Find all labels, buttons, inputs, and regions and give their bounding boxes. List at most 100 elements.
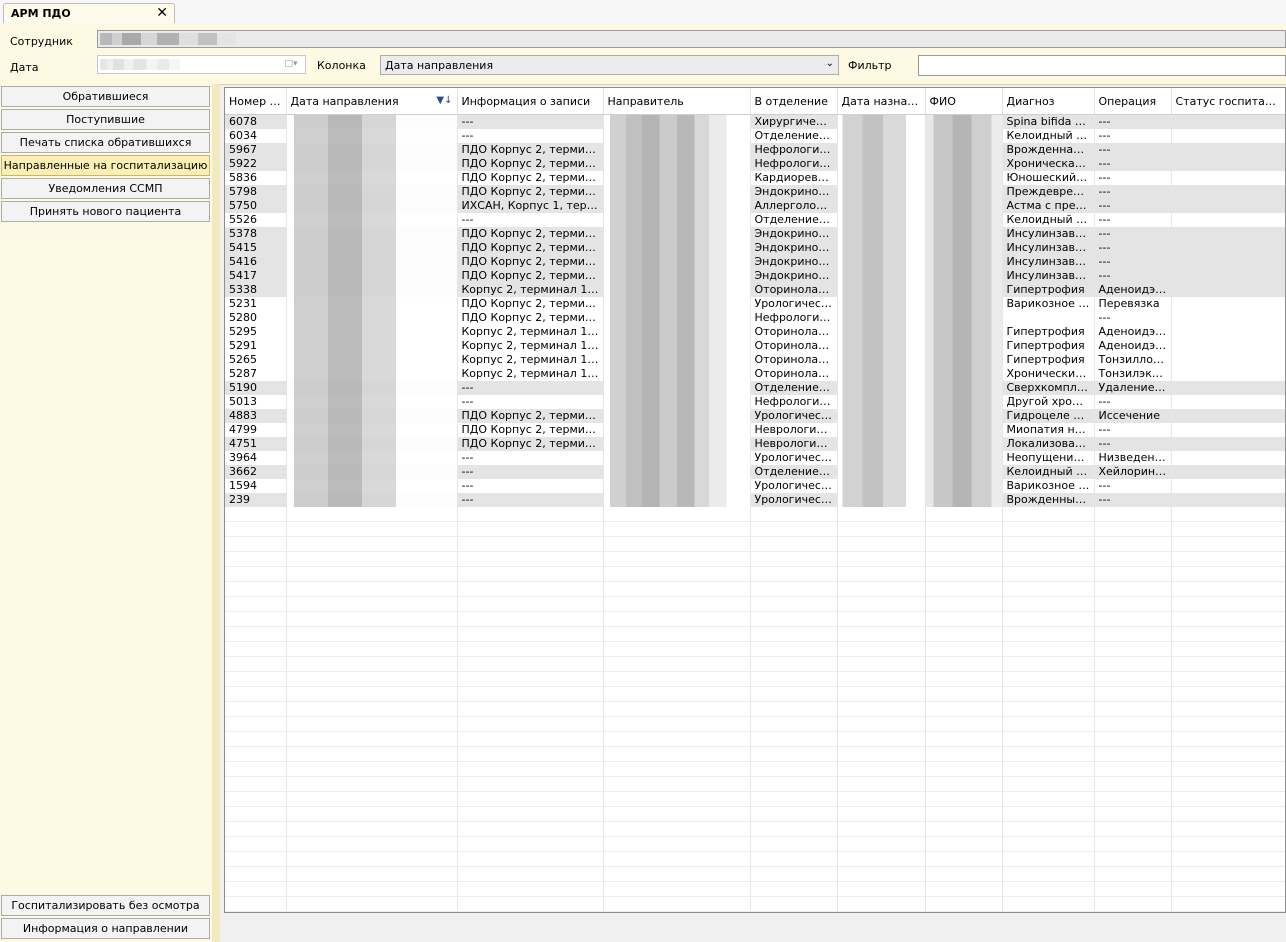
cell-department: Эндокринологическое bbox=[750, 269, 838, 283]
empty-cell bbox=[837, 581, 926, 597]
table-row[interactable]: 5922 ПДО Корпус 2, терминал 1 Нефрологичес… bbox=[225, 157, 1285, 171]
empty-cell bbox=[286, 626, 458, 642]
column-header-referrer[interactable]: Направитель bbox=[603, 88, 751, 115]
table-row[interactable]: 4883 ПДО Корпус 2, терминал 1 Урологическо… bbox=[225, 409, 1285, 423]
cell-referrer bbox=[603, 465, 751, 479]
calendar-dropdown-icon[interactable]: □▾ bbox=[280, 58, 302, 71]
table-row[interactable]: 5190 --- Отделение ... СверхкомплектныеУдал… bbox=[225, 381, 1285, 395]
column-header-appointment-date[interactable]: Дата назначения bbox=[837, 88, 926, 115]
referral-info-button[interactable]: Информация о направлении bbox=[1, 918, 210, 939]
sidebar-item-referred[interactable]: Направленные на госпитализацию bbox=[1, 155, 210, 176]
table-row[interactable]: 5417 ПДО Корпус 2, терминал 1 Эндокринолог… bbox=[225, 269, 1285, 283]
column-header-operation[interactable]: Операция bbox=[1094, 88, 1172, 115]
empty-cell bbox=[750, 896, 838, 912]
empty-cell bbox=[457, 821, 604, 837]
column-header-status[interactable]: Статус госпитализации bbox=[1171, 88, 1285, 115]
empty-cell bbox=[1094, 521, 1172, 537]
table-row[interactable]: 5265 Корпус 2, терминал 1, каб Оторинолари… bbox=[225, 353, 1285, 367]
cell-number: 5190 bbox=[225, 381, 287, 395]
filter-sort-icon[interactable]: ▼↓ bbox=[436, 95, 452, 106]
table-row[interactable]: 5750 ИХСАН, Корпус 1, терминал Аллергологи… bbox=[225, 199, 1285, 213]
empty-cell bbox=[837, 731, 926, 747]
cell-referrer bbox=[603, 325, 751, 339]
cell-referrer bbox=[603, 213, 751, 227]
empty-cell bbox=[603, 536, 751, 552]
table-row[interactable]: 4799 ПДО Корпус 2, терминал 1 Неврологичес… bbox=[225, 423, 1285, 437]
redacted-value bbox=[837, 353, 924, 367]
table-row[interactable]: 6078 --- Хирургическое отделение Spina bifi… bbox=[225, 114, 1285, 129]
redacted-value bbox=[837, 367, 924, 381]
empty-cell bbox=[457, 611, 604, 627]
redacted-value bbox=[925, 115, 1001, 129]
table-row[interactable]: 5291 Корпус 2, терминал 1, каб Оторинолари… bbox=[225, 339, 1285, 353]
cell-diagnosis: Миопатия неуточненная bbox=[1002, 423, 1095, 437]
table-row[interactable]: 5338 Корпус 2, терминал 1, каб Оторинолари… bbox=[225, 283, 1285, 297]
chevron-down-icon[interactable]: ⌄ bbox=[826, 58, 834, 69]
cell-referral-date bbox=[286, 367, 458, 381]
sidebar-item-applied[interactable]: Обратившиеся bbox=[1, 86, 210, 107]
cell-number: 5265 bbox=[225, 353, 287, 367]
cell-referrer bbox=[603, 283, 751, 297]
redacted-value bbox=[603, 423, 749, 437]
table-row[interactable]: 5526---Отделение ...Келоидный рубец--- bbox=[225, 213, 1285, 227]
redacted-value bbox=[925, 493, 1001, 507]
employee-field[interactable] bbox=[97, 30, 1286, 48]
cell-status bbox=[1171, 339, 1285, 353]
table-row[interactable]: 6034---Отделение ...Келоидный рубец--- bbox=[225, 129, 1285, 143]
cell-record-info: ПДО Корпус 2, терминал 1 bbox=[457, 157, 604, 171]
column-header-patient-name[interactable]: ФИО bbox=[925, 88, 1003, 115]
table-row[interactable]: 5287 Корпус 2, терминал 1, каб Оторинолари… bbox=[225, 367, 1285, 381]
cell-referral-date bbox=[286, 409, 458, 423]
splitter-handle[interactable] bbox=[212, 84, 220, 942]
sidebar-item-new-patient[interactable]: Принять нового пациента bbox=[1, 201, 210, 222]
empty-cell bbox=[457, 626, 604, 642]
column-header-record-info[interactable]: Информация о записи bbox=[457, 88, 604, 115]
table-row[interactable]: 5280 ПДО Корпус 2, терминал 1 Нефрологичес… bbox=[225, 311, 1285, 325]
cell-referrer bbox=[603, 367, 751, 381]
sidebar-item-notifications[interactable]: Уведомления ССМП bbox=[1, 178, 210, 199]
table-row[interactable]: 3662 --- Отделение ... Келоидный рубецХейло… bbox=[225, 465, 1285, 479]
tab-arm-pdo[interactable]: АРМ ПДО ✕ bbox=[3, 3, 175, 23]
column-header-referral-date[interactable]: Дата направления ▼↓ bbox=[286, 88, 458, 115]
sidebar-item-admitted[interactable]: Поступившие bbox=[1, 109, 210, 130]
table-row[interactable]: 5798 ПДО Корпус 2, терминал 1 Эндокринолог… bbox=[225, 185, 1285, 199]
empty-cell bbox=[925, 836, 1003, 852]
empty-cell bbox=[1002, 641, 1095, 657]
empty-cell bbox=[1171, 536, 1285, 552]
redacted-value bbox=[286, 115, 456, 129]
cell-patient-name bbox=[925, 143, 1003, 157]
table-row[interactable]: 5013 --- Нефрологическое Другой хронический… bbox=[225, 395, 1285, 409]
table-row[interactable]: 239 --- Урологическое Врожденный ... --- bbox=[225, 493, 1285, 507]
table-row[interactable]: 1594 --- Урологическое Варикозное расширени… bbox=[225, 479, 1285, 493]
table-row[interactable]: 5378 ПДО Корпус 2, терминал 1 Эндокринолог… bbox=[225, 227, 1285, 241]
empty-cell bbox=[837, 551, 926, 567]
empty-cell bbox=[225, 611, 287, 627]
column-header-department[interactable]: В отделение bbox=[750, 88, 838, 115]
column-header-diagnosis[interactable]: Диагноз bbox=[1002, 88, 1095, 115]
filter-input[interactable] bbox=[918, 55, 1286, 76]
redacted-value bbox=[925, 367, 1001, 381]
table-row[interactable]: 5415 ПДО Корпус 2, терминал 1 Эндокринолог… bbox=[225, 241, 1285, 255]
cell-diagnosis bbox=[1002, 311, 1095, 325]
cell-record-info: ПДО Корпус 2, терминал 1 bbox=[457, 437, 604, 451]
table-row[interactable]: 3964 --- Урологическое Неопущение яичкаНизв… bbox=[225, 451, 1285, 465]
table-row[interactable]: 5836 ПДО Корпус 2, терминал 1 Кардиоревмат… bbox=[225, 171, 1285, 185]
redacted-value bbox=[837, 465, 924, 479]
referrals-grid: Номер направления Дата направления ▼↓ Инф… bbox=[224, 87, 1286, 913]
table-row[interactable]: 5231 ПДО Корпус 2, терминал 1 Урологическо… bbox=[225, 297, 1285, 311]
empty-cell bbox=[1171, 521, 1285, 537]
table-row[interactable]: 4751 ПДО Корпус 2, терминал 1 Неврологичес… bbox=[225, 437, 1285, 451]
column-select[interactable]: Дата направления ⌄ bbox=[380, 55, 839, 75]
column-header-number[interactable]: Номер направления bbox=[225, 88, 287, 115]
date-field[interactable]: □▾ bbox=[97, 55, 306, 74]
redacted-value bbox=[603, 395, 749, 409]
redacted-value bbox=[925, 297, 1001, 311]
close-icon[interactable]: ✕ bbox=[156, 5, 168, 21]
empty-cell bbox=[286, 507, 458, 522]
hospitalize-without-exam-button[interactable]: Госпитализировать без осмотра bbox=[1, 895, 210, 916]
sidebar-item-print-list[interactable]: Печать списка обратившихся bbox=[1, 132, 210, 153]
table-row[interactable]: 5295 Корпус 2, терминал 1, каб Оторинолари… bbox=[225, 325, 1285, 339]
cell-referrer bbox=[603, 129, 751, 143]
table-row[interactable]: 5416 ПДО Корпус 2, терминал 1 Эндокринолог… bbox=[225, 255, 1285, 269]
table-row[interactable]: 5967 ПДО Корпус 2, терминал 1 Нефрологичес… bbox=[225, 143, 1285, 157]
